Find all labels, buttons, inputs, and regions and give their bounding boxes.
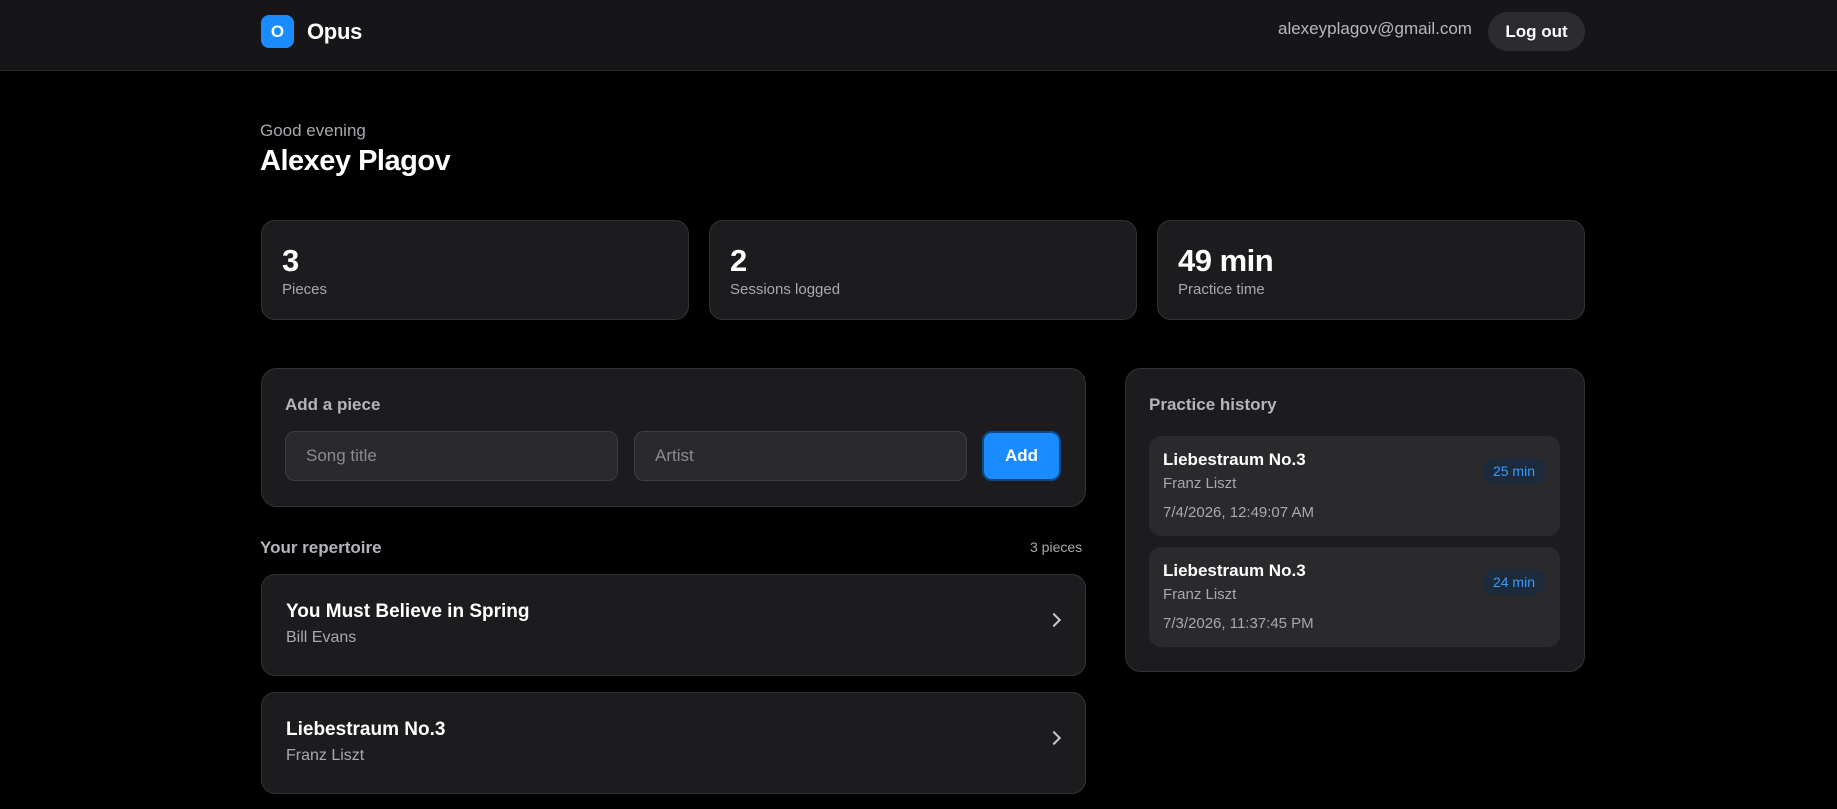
brand-name: Opus xyxy=(307,18,363,44)
duration-badge: 25 min xyxy=(1481,458,1546,484)
brand[interactable]: O Opus xyxy=(261,15,362,48)
chevron-right-icon xyxy=(1046,730,1062,746)
page-title: Alexey Plagov xyxy=(260,145,451,177)
stat-value: 3 xyxy=(282,243,299,278)
opus-logo-icon: O xyxy=(261,15,294,48)
history-timestamp: 7/4/2026, 12:49:07 AM xyxy=(1163,504,1314,521)
chevron-right-icon xyxy=(1046,612,1062,628)
stat-label: Pieces xyxy=(282,281,328,298)
stat-label: Sessions logged xyxy=(730,281,841,298)
practice-history-title: Practice history xyxy=(1149,395,1277,414)
stat-card-practice-time: 49 min Practice time xyxy=(1157,220,1585,320)
artist-input[interactable] xyxy=(634,431,967,481)
history-timestamp: 7/3/2026, 11:37:45 PM xyxy=(1163,615,1314,632)
stat-value: 2 xyxy=(730,243,747,278)
stat-label: Practice time xyxy=(1178,281,1265,298)
history-piece-title: Liebestraum No.3 xyxy=(1163,561,1306,580)
logout-button[interactable]: Log out xyxy=(1488,12,1585,51)
history-piece-artist: Franz Liszt xyxy=(1163,475,1237,492)
top-nav-bar: O Opus alexeyplagov@gmail.com Log out xyxy=(0,0,1837,71)
user-email: alexeyplagov@gmail.com xyxy=(1278,19,1472,38)
duration-badge: 24 min xyxy=(1481,569,1546,595)
history-piece-artist: Franz Liszt xyxy=(1163,586,1237,603)
repertoire-item[interactable]: Liebestraum No.3 Franz Liszt xyxy=(261,692,1086,794)
song-title-input[interactable] xyxy=(285,431,618,481)
history-entry: Liebestraum No.3 Franz Liszt 7/3/2026, 1… xyxy=(1149,547,1560,647)
stat-card-pieces: 3 Pieces xyxy=(261,220,689,320)
add-button[interactable]: Add xyxy=(982,431,1061,481)
piece-artist: Bill Evans xyxy=(286,629,357,646)
piece-title: You Must Believe in Spring xyxy=(286,601,530,622)
repertoire-count: 3 pieces xyxy=(1030,539,1083,555)
repertoire-title: Your repertoire xyxy=(260,538,382,557)
piece-artist: Franz Liszt xyxy=(286,747,365,764)
repertoire-item[interactable]: You Must Believe in Spring Bill Evans xyxy=(261,574,1086,676)
piece-title: Liebestraum No.3 xyxy=(286,719,446,740)
stat-value: 49 min xyxy=(1178,243,1274,278)
stat-card-sessions: 2 Sessions logged xyxy=(709,220,1137,320)
history-piece-title: Liebestraum No.3 xyxy=(1163,450,1306,469)
add-piece-title: Add a piece xyxy=(285,395,381,414)
greeting-text: Good evening xyxy=(260,121,366,140)
history-entry: Liebestraum No.3 Franz Liszt 7/4/2026, 1… xyxy=(1149,436,1560,536)
